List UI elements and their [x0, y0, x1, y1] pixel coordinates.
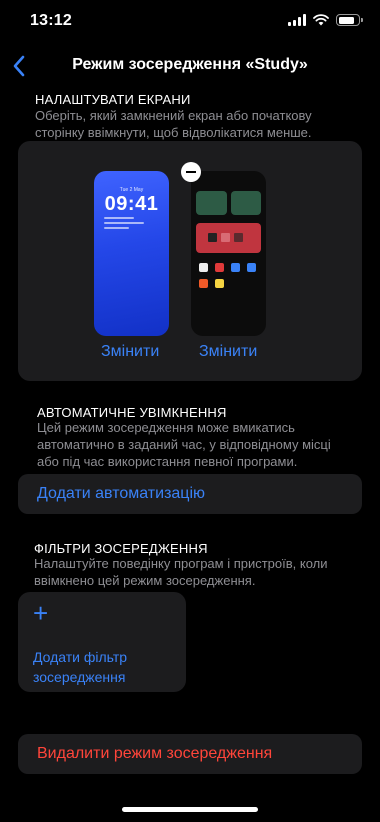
- plus-icon: +: [33, 598, 49, 628]
- change-lock-screen-button[interactable]: Змінити: [101, 343, 159, 361]
- navigation-bar: Режим зосередження «Study»: [0, 44, 380, 88]
- status-bar: 13:12: [0, 0, 380, 44]
- add-filter-button[interactable]: + Додати фільтр зосередження: [18, 592, 186, 692]
- home-screen-preview[interactable]: [191, 171, 266, 336]
- delete-focus-button[interactable]: Видалити режим зосередження: [18, 734, 362, 774]
- battery-icon: [336, 14, 363, 26]
- status-icons: [288, 14, 363, 26]
- add-filter-label: Додати фільтр зосередження: [33, 649, 128, 685]
- lock-screen-time: 09:41: [104, 193, 159, 215]
- automation-section-footer: Цей режим зосередження може вмикатись ав…: [37, 420, 331, 469]
- widget-thumbnail: [231, 191, 261, 215]
- delete-focus-label: Видалити режим зосередження: [37, 745, 273, 762]
- filters-section-header: ФІЛЬТРИ ЗОСЕРЕДЖЕННЯ: [34, 541, 208, 556]
- widget-thumbnail: [196, 191, 227, 215]
- chevron-left-icon[interactable]: [8, 52, 32, 80]
- cellular-signal-icon: [288, 14, 306, 26]
- add-automation-label: Додати автоматизацію: [37, 485, 206, 502]
- add-automation-button[interactable]: Додати автоматизацію: [18, 474, 362, 514]
- automation-section-header: АВТОМАТИЧНЕ УВІМКНЕННЯ: [37, 405, 227, 420]
- change-home-screen-button[interactable]: Змінити: [199, 343, 257, 361]
- lock-screen-preview[interactable]: Tue 2 May 09:41: [94, 171, 169, 336]
- screens-section-footer: Оберіть, який замкнений екран або початк…: [35, 108, 312, 140]
- screens-section-header: НАЛАШТУВАТИ ЕКРАНИ: [35, 92, 191, 107]
- filters-section-footer: Налаштуйте поведінку програм і пристроїв…: [34, 556, 328, 588]
- page-title: Режим зосередження «Study»: [72, 56, 308, 73]
- wifi-icon: [313, 14, 329, 26]
- home-indicator[interactable]: [122, 807, 258, 812]
- remove-icon[interactable]: [181, 162, 201, 182]
- status-time: 13:12: [30, 12, 72, 29]
